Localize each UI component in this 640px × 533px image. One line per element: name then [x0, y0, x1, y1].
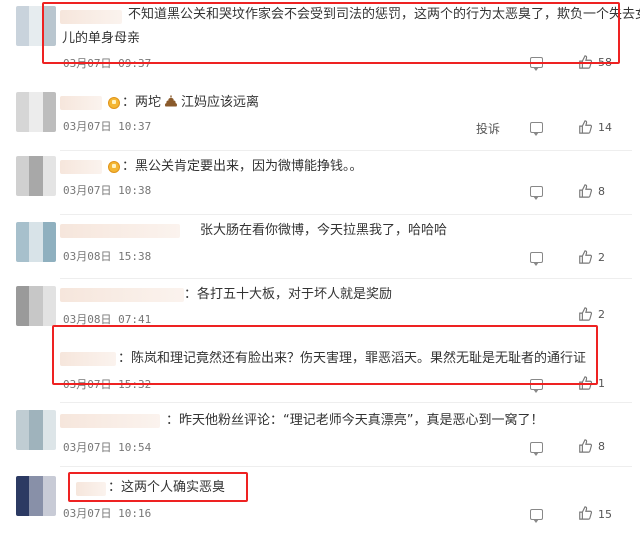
- reply-icon[interactable]: [530, 186, 543, 200]
- vip-crown-icon: [108, 161, 120, 173]
- comment-time: 03月07日 10:38: [63, 184, 152, 197]
- divider: [60, 278, 632, 279]
- report-button[interactable]: 投诉: [476, 120, 500, 137]
- avatar[interactable]: [16, 92, 56, 132]
- comment-text: ：昨天他粉丝评论：“理记老师今天真漂亮”，真是恶心到一窝了！: [166, 413, 544, 428]
- like-icon[interactable]: [578, 120, 592, 134]
- avatar[interactable]: [16, 410, 56, 450]
- comment-item: ：两坨 江妈应该远离 03月07日 10:37 投诉 14: [0, 84, 640, 150]
- divider: [60, 214, 632, 215]
- username[interactable]: [60, 288, 184, 302]
- like-count: 8: [598, 440, 605, 453]
- comment-time: 03月07日 10:16: [63, 507, 152, 520]
- comment-time: 03月07日 10:54: [63, 441, 152, 454]
- reply-icon[interactable]: [530, 509, 543, 523]
- like-icon[interactable]: [578, 184, 592, 198]
- comment-text: ：各打五十大板，对于坏人就是奖励: [184, 287, 393, 302]
- like-count: 14: [598, 121, 612, 134]
- like-count: 2: [598, 308, 605, 321]
- reply-icon[interactable]: [530, 122, 543, 136]
- avatar[interactable]: [16, 156, 56, 196]
- highlight-box: [52, 325, 598, 385]
- avatar[interactable]: [16, 286, 56, 326]
- like-count: 1: [598, 377, 605, 390]
- like-icon[interactable]: [578, 307, 592, 321]
- comment-text: ：两坨 江妈应该远离: [122, 95, 260, 110]
- like-icon[interactable]: [578, 439, 592, 453]
- like-count: 2: [598, 251, 605, 264]
- comment-time: 03月07日 10:37: [63, 120, 152, 133]
- like-count: 15: [598, 508, 612, 521]
- username[interactable]: [60, 160, 102, 174]
- comment-time: 03月08日 15:38: [63, 250, 152, 263]
- divider: [60, 466, 632, 467]
- avatar[interactable]: [16, 476, 56, 516]
- avatar[interactable]: [16, 222, 56, 262]
- reply-icon[interactable]: [530, 252, 543, 266]
- comment-item: 张大肠在看你微博，今天拉黑我了，哈哈哈 03月08日 15:38 2: [0, 216, 640, 278]
- divider: [60, 402, 632, 403]
- username[interactable]: [60, 414, 160, 428]
- highlight-box: [68, 472, 248, 502]
- username[interactable]: [60, 96, 102, 110]
- divider: [60, 150, 632, 151]
- username[interactable]: [60, 224, 180, 238]
- like-icon[interactable]: [578, 250, 592, 264]
- comment-text: ：黑公关肯定要出来，因为微博能挣钱。。: [122, 159, 363, 174]
- poop-emoji-icon: [164, 95, 178, 107]
- reply-icon[interactable]: [530, 442, 543, 456]
- like-count: 8: [598, 185, 605, 198]
- like-icon[interactable]: [578, 506, 592, 520]
- vip-crown-icon: [108, 97, 120, 109]
- comment-text: 张大肠在看你微博，今天拉黑我了，哈哈哈: [200, 223, 448, 238]
- highlight-box: [42, 2, 620, 64]
- comment-item: ：昨天他粉丝评论：“理记老师今天真漂亮”，真是恶心到一窝了！ 03月07日 10…: [0, 404, 640, 466]
- comment-item: ：黑公关肯定要出来，因为微博能挣钱。。 03月07日 10:38 8: [0, 152, 640, 214]
